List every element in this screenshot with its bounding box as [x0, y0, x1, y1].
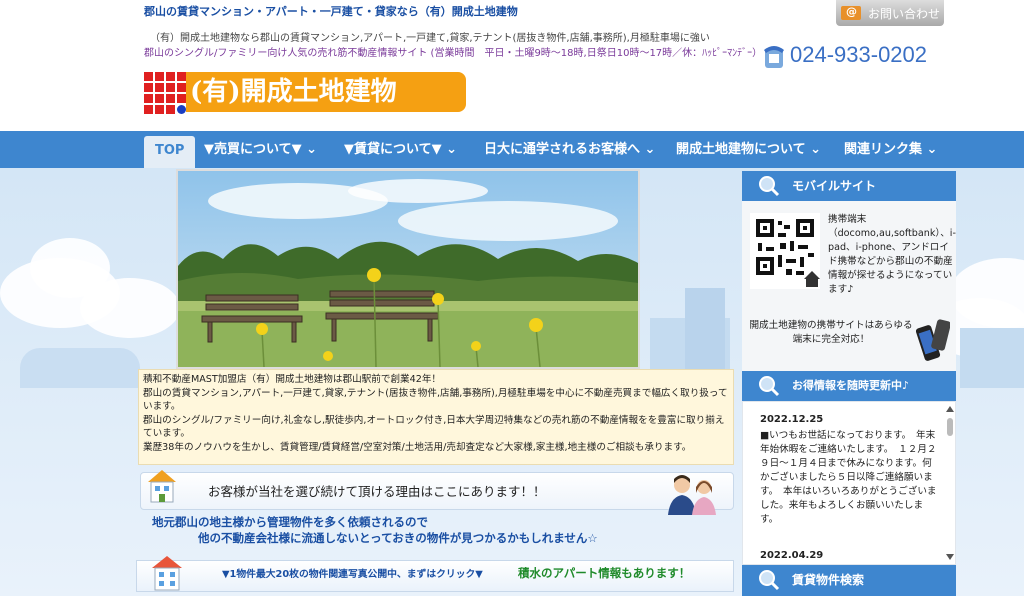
rental-search-title: 賃貸物件検索	[792, 573, 865, 587]
sekisui-link[interactable]: 積水のアパート情報もあります！	[518, 565, 690, 581]
contact-label: お問い合わせ	[868, 6, 941, 21]
nav-rental[interactable]: ▼賃貸について▼ ⌄	[344, 131, 457, 168]
magnifier-icon	[759, 176, 780, 197]
magnifier-icon	[759, 376, 780, 397]
mobile-support-text: 開成土地建物の携帯サイトはあらゆる端末に完全対応！	[749, 320, 913, 345]
intro-line: 郡山の賃貸マンション,アパート,一戸建て,貸家,テナント(居抜き物件,店舗,事務…	[143, 387, 728, 413]
nav-links-label: 関連リンク集	[844, 142, 923, 157]
site-tagline[interactable]: 郡山の賃貸マンション・アパート・一戸建て・貸家なら（有）開成土地建物	[144, 3, 518, 19]
business-hours: 郡山のシングル/ファミリー向け人気の売れ筋不動産情報サイト (営業時間 平日・土…	[144, 48, 763, 59]
photo-link[interactable]: ▼1物件最大20枚の物件関連写真公開中、まずはクリック▼	[222, 566, 483, 580]
news-heading[interactable]: お得情報を随時更新中♪	[742, 371, 956, 401]
scroll-thumb	[947, 418, 953, 436]
nav-sales[interactable]: ▼売買について▼ ⌄	[204, 131, 317, 168]
intro-line: 業歴38年のノウハウを生かし、賃貸管理/賃貸経営/空室対策/土地活用/売却査定な…	[143, 441, 692, 453]
main-navigation: TOP ▼売買について▼ ⌄ ▼賃貸について▼ ⌄ 日大に通学されるお客様へ ⌄…	[0, 131, 1024, 168]
news-date: 2022.04.29	[760, 550, 824, 561]
news-body: ■いつもお世話になっております。 年末年始休暇をご連絡いたします。 １２月２９日…	[760, 430, 937, 525]
reason-heading: お客様が当社を選び続けて頂ける理由はここにあります！！	[208, 484, 546, 499]
scroll-up-icon	[946, 406, 954, 412]
rental-search-heading[interactable]: 賃貸物件検索	[742, 565, 956, 596]
nav-rental-label: ▼賃貸について▼	[344, 142, 442, 157]
owner-message-line1: 地元郡山の地主様から管理物件を多く依頼されるので	[152, 515, 428, 529]
intro-line: 積和不動産MAST加盟店（有）開成土地建物は郡山駅前で創業42年！	[143, 374, 442, 385]
nav-links[interactable]: 関連リンク集 ⌄	[844, 131, 937, 168]
news-title: お得情報を随時更新中♪	[792, 379, 910, 392]
news-date: 2022.12.25	[760, 414, 824, 425]
mobile-site-heading[interactable]: モバイルサイト	[742, 171, 956, 201]
logo-mark	[144, 72, 186, 114]
park-photo	[176, 169, 640, 369]
smartphone-icon	[916, 319, 950, 361]
header-description: （有）開成土地建物なら郡山の賃貸マンション,アパート,一戸建て,貸家,テナント(…	[150, 33, 710, 44]
nav-sales-label: ▼売買について▼	[204, 142, 302, 157]
owner-message-line2: 他の不動産会社様に流通しないとっておきの物件が見つかるかもしれません☆	[198, 531, 598, 545]
park-bench-image	[178, 171, 638, 367]
news-scrollbar[interactable]	[944, 404, 956, 562]
nav-company[interactable]: 開成土地建物について ⌄	[676, 131, 821, 168]
nav-top[interactable]: TOP	[144, 136, 196, 168]
nav-nichidai-label: 日大に通学されるお客様へ	[484, 142, 641, 157]
contact-button[interactable]: お問い合わせ	[836, 0, 944, 26]
mobile-site-description: 携帯端末（docomo,au,softbank）、i-pad、i-phone、ア…	[828, 214, 956, 295]
company-logo[interactable]: (有)開成土地建物	[144, 70, 466, 114]
phone-icon	[764, 46, 784, 68]
nav-nichidai[interactable]: 日大に通学されるお客様へ ⌄	[484, 131, 655, 168]
mobile-site-title: モバイルサイト	[792, 179, 877, 193]
mail-icon	[838, 0, 864, 26]
scroll-down-icon	[946, 554, 954, 560]
magnifier-icon	[759, 570, 780, 591]
nav-company-label: 開成土地建物について	[676, 142, 806, 157]
house-icon	[148, 470, 176, 503]
people-icon	[668, 475, 716, 515]
phone-number[interactable]: 024-933-0202	[790, 42, 927, 68]
intro-line: 郡山のシングル/ファミリー向け,礼金なし,駅徒歩内,オートロック付き,日本大学周…	[143, 414, 725, 440]
apartment-icon	[152, 556, 182, 591]
intro-text-box: 積和不動産MAST加盟店（有）開成土地建物は郡山駅前で創業42年！ 郡山の賃貸マ…	[138, 369, 734, 465]
logo-text: (有)開成土地建物	[186, 72, 466, 112]
qr-code[interactable]	[750, 213, 820, 289]
